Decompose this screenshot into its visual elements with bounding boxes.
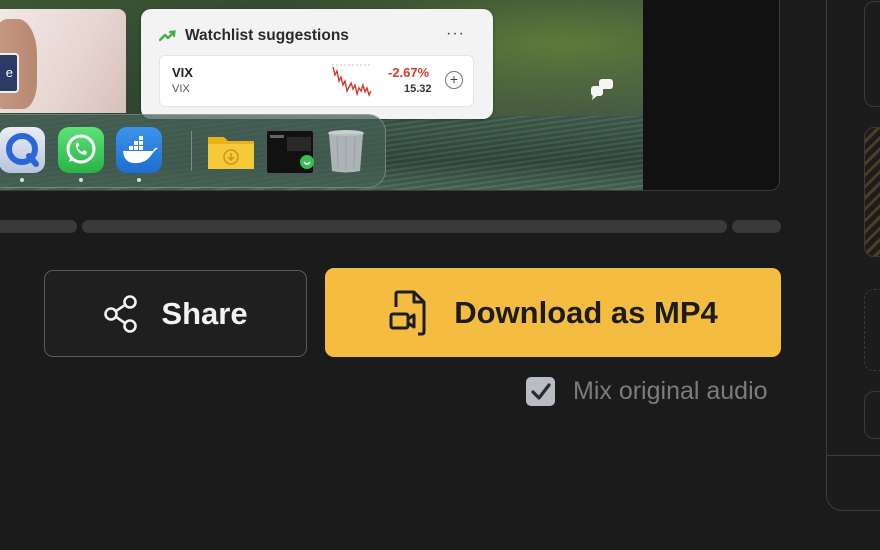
checkmark-icon: [530, 382, 551, 400]
trend-up-icon: [159, 30, 176, 42]
side-slot[interactable]: [864, 1, 880, 107]
whatsapp-icon: [58, 127, 104, 173]
ticker-price: 15.32: [404, 83, 432, 95]
sparkline-chart: [332, 64, 372, 97]
side-divider: [827, 455, 880, 456]
running-indicator: [137, 178, 141, 182]
mix-audio-checkbox[interactable]: [526, 377, 555, 406]
side-slot-hatched[interactable]: [864, 127, 880, 257]
download-label: Download as MP4: [454, 294, 718, 330]
more-options-icon: ···: [446, 25, 465, 42]
person-tag: e: [0, 53, 19, 93]
timeline-track-left[interactable]: [0, 220, 77, 233]
dock: [0, 114, 386, 188]
dock-separator: [191, 131, 192, 171]
quicktime-icon: [0, 127, 45, 173]
docker-icon: [116, 127, 162, 173]
trash-icon: [325, 127, 367, 173]
video-call-thumbnail: e: [0, 9, 126, 113]
timeline-track-main[interactable]: [82, 220, 727, 233]
mix-audio-label: Mix original audio: [573, 377, 768, 405]
widget-title: Watchlist suggestions: [185, 27, 349, 44]
preview-screen: e Watchlist suggestions ··· VIX VIX -2.6…: [0, 0, 643, 190]
side-slot[interactable]: [864, 391, 880, 439]
chat-bubbles-icon: [591, 79, 613, 100]
ticker-name: VIX: [172, 83, 190, 95]
watchlist-widget: Watchlist suggestions ··· VIX VIX -2.67%…: [141, 9, 493, 119]
share-label: Share: [161, 295, 248, 331]
download-mp4-button[interactable]: Download as MP4: [325, 268, 781, 357]
share-button[interactable]: Share: [44, 270, 307, 357]
downloads-folder-icon: [206, 127, 254, 173]
ticker-change: -2.67%: [388, 65, 430, 80]
video-file-icon: [389, 290, 426, 335]
running-indicator: [79, 178, 83, 182]
ticker-symbol: VIX: [172, 65, 193, 80]
timeline-track-right[interactable]: [732, 220, 781, 233]
widget-header: Watchlist suggestions: [159, 27, 349, 45]
window-thumbnail-icon: [266, 130, 314, 174]
video-preview: e Watchlist suggestions ··· VIX VIX -2.6…: [0, 0, 780, 191]
ticker-row: VIX VIX -2.67% 15.32 +: [159, 55, 474, 107]
side-slot-dashed[interactable]: [864, 289, 880, 371]
running-indicator: [20, 178, 24, 182]
share-icon: [104, 294, 138, 333]
add-ticker-icon: +: [445, 71, 463, 89]
side-panel: [826, 0, 880, 511]
mix-audio-option[interactable]: Mix original audio: [526, 377, 768, 406]
